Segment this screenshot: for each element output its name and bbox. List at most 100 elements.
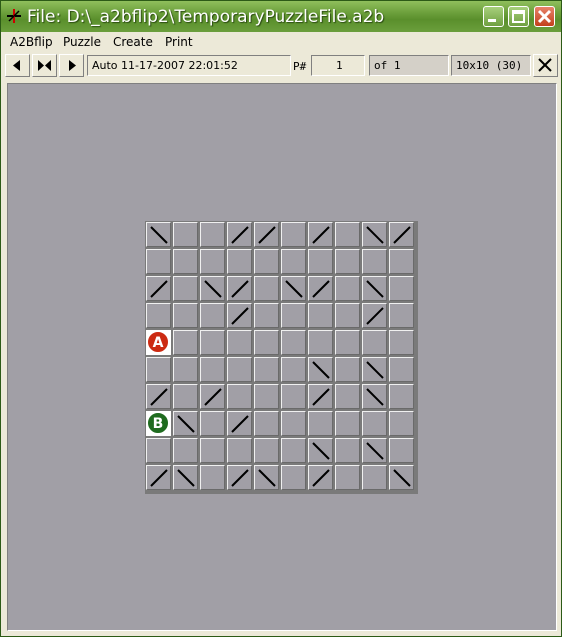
board-cell[interactable] (308, 222, 333, 247)
board-cell[interactable] (389, 303, 414, 328)
board-cell[interactable] (281, 465, 306, 490)
title-bar[interactable]: File: D:\_a2bflip2\TemporaryPuzzleFile.a… (1, 1, 561, 32)
puzzle-board[interactable]: AB (145, 221, 418, 494)
board-cell[interactable] (335, 222, 360, 247)
board-cell[interactable] (200, 357, 225, 382)
board-cell[interactable] (146, 465, 171, 490)
board-cell[interactable] (335, 276, 360, 301)
board-cell[interactable] (254, 222, 279, 247)
board-cell[interactable] (227, 438, 252, 463)
board-cell[interactable] (254, 465, 279, 490)
board-cell[interactable] (281, 438, 306, 463)
board-cell[interactable] (281, 357, 306, 382)
board-cell[interactable] (254, 411, 279, 436)
board-cell[interactable] (308, 384, 333, 409)
previous-button[interactable] (5, 54, 30, 77)
board-cell[interactable] (281, 384, 306, 409)
board-cell[interactable] (308, 276, 333, 301)
menu-a2bflip[interactable]: A2Bflip (10, 35, 53, 49)
board-cell[interactable] (389, 249, 414, 274)
board-cell[interactable] (173, 384, 198, 409)
close-button[interactable] (534, 6, 555, 27)
board-cell[interactable] (254, 303, 279, 328)
menu-puzzle[interactable]: Puzzle (63, 35, 101, 49)
board-cell[interactable] (173, 411, 198, 436)
board-cell[interactable] (173, 249, 198, 274)
menu-print[interactable]: Print (165, 35, 193, 49)
board-cell[interactable] (173, 303, 198, 328)
board-cell[interactable] (362, 249, 387, 274)
board-cell[interactable] (227, 357, 252, 382)
board-cell[interactable] (200, 411, 225, 436)
board-cell[interactable] (200, 384, 225, 409)
board-cell[interactable] (146, 249, 171, 274)
board-cell[interactable] (362, 411, 387, 436)
board-cell[interactable] (308, 411, 333, 436)
board-cell[interactable] (308, 438, 333, 463)
board-cell[interactable] (227, 411, 252, 436)
board-cell[interactable] (254, 330, 279, 355)
board-cell[interactable] (389, 411, 414, 436)
board-cell[interactable] (335, 465, 360, 490)
board-cell[interactable]: B (146, 411, 171, 436)
board-cell[interactable] (281, 276, 306, 301)
board-cell[interactable] (173, 438, 198, 463)
board-cell[interactable] (227, 384, 252, 409)
board-cell[interactable] (308, 357, 333, 382)
board-cell[interactable] (146, 222, 171, 247)
board-cell[interactable] (227, 276, 252, 301)
first-last-button[interactable] (32, 54, 57, 77)
board-cell[interactable] (200, 249, 225, 274)
board-cell[interactable] (362, 384, 387, 409)
board-cell[interactable] (281, 411, 306, 436)
board-cell[interactable] (281, 303, 306, 328)
board-cell[interactable] (362, 357, 387, 382)
board-cell[interactable] (146, 384, 171, 409)
board-cell[interactable] (227, 465, 252, 490)
board-cell[interactable] (308, 249, 333, 274)
board-cell[interactable] (335, 249, 360, 274)
board-cell[interactable] (389, 222, 414, 247)
maximize-button[interactable] (508, 6, 529, 27)
board-cell[interactable] (200, 465, 225, 490)
board-cell[interactable] (254, 357, 279, 382)
board-cell[interactable] (389, 438, 414, 463)
board-cell[interactable] (254, 276, 279, 301)
board-cell[interactable] (146, 276, 171, 301)
board-cell[interactable] (173, 276, 198, 301)
board-cell[interactable] (335, 438, 360, 463)
board-cell[interactable] (227, 303, 252, 328)
board-cell[interactable]: A (146, 330, 171, 355)
board-cell[interactable] (173, 330, 198, 355)
board-cell[interactable] (335, 303, 360, 328)
board-cell[interactable] (146, 357, 171, 382)
board-cell[interactable] (281, 330, 306, 355)
board-cell[interactable] (308, 465, 333, 490)
board-cell[interactable] (200, 330, 225, 355)
board-cell[interactable] (227, 222, 252, 247)
board-cell[interactable] (335, 330, 360, 355)
board-cell[interactable] (389, 384, 414, 409)
board-cell[interactable] (173, 222, 198, 247)
board-cell[interactable] (200, 222, 225, 247)
board-cell[interactable] (173, 357, 198, 382)
board-cell[interactable] (281, 249, 306, 274)
board-cell[interactable] (362, 438, 387, 463)
board-cell[interactable] (227, 330, 252, 355)
board-cell[interactable] (389, 330, 414, 355)
board-cell[interactable] (200, 276, 225, 301)
board-cell[interactable] (335, 411, 360, 436)
board-cell[interactable] (308, 330, 333, 355)
board-cell[interactable] (362, 330, 387, 355)
board-cell[interactable] (200, 438, 225, 463)
board-cell[interactable] (227, 249, 252, 274)
board-cell[interactable] (335, 357, 360, 382)
board-cell[interactable] (254, 249, 279, 274)
board-cell[interactable] (362, 276, 387, 301)
board-cell[interactable] (389, 276, 414, 301)
board-cell[interactable] (254, 438, 279, 463)
next-button[interactable] (59, 54, 84, 77)
menu-create[interactable]: Create (113, 35, 153, 49)
board-cell[interactable] (254, 384, 279, 409)
board-cell[interactable] (335, 384, 360, 409)
